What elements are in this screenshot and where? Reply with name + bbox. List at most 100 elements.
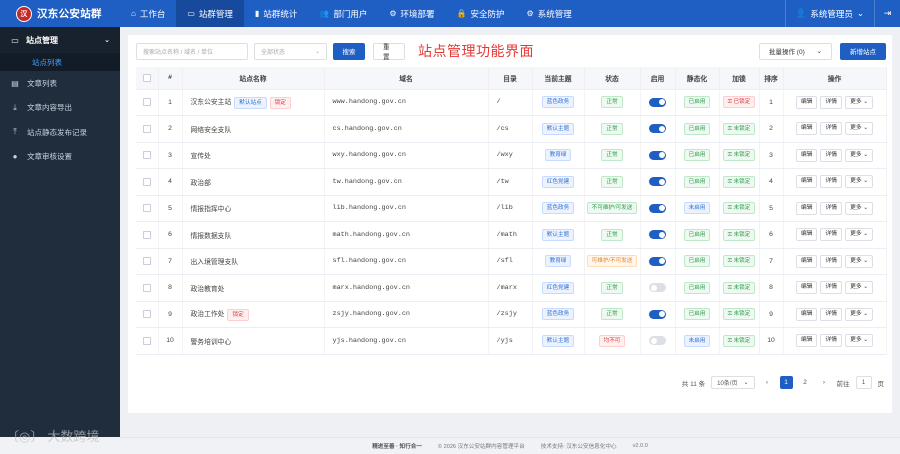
logout-button[interactable]: ⇥ bbox=[874, 0, 900, 27]
detail-button[interactable]: 详情 bbox=[820, 148, 843, 162]
more-dropdown[interactable]: 更多 ⌄ bbox=[845, 122, 874, 136]
edit-button[interactable]: 编辑 bbox=[795, 228, 818, 242]
enable-toggle[interactable] bbox=[649, 230, 666, 240]
nav-item-2[interactable]: ▮ 站群统计 bbox=[244, 0, 308, 27]
enable-toggle[interactable] bbox=[649, 203, 666, 213]
search-input[interactable]: 搜索站点名称 / 域名 / 单位 bbox=[136, 42, 248, 60]
nav-item-3[interactable]: 👥 部门用户 bbox=[308, 0, 378, 27]
search-button[interactable]: 搜索 bbox=[333, 42, 365, 60]
edit-button[interactable]: 编辑 bbox=[795, 95, 818, 109]
site-domain: wxy.handong.gov.cn bbox=[324, 142, 489, 169]
row-checkbox[interactable] bbox=[136, 115, 159, 143]
more-dropdown[interactable]: 更多 ⌄ bbox=[845, 334, 874, 348]
lock-label: 未锁定 bbox=[733, 205, 751, 212]
detail-button[interactable]: 详情 bbox=[820, 122, 843, 136]
row-checkbox[interactable] bbox=[136, 89, 159, 116]
page-1-button[interactable]: 1 bbox=[779, 376, 793, 389]
enable-toggle[interactable] bbox=[649, 336, 666, 346]
batch-operation-dropdown[interactable]: 批量操作 (0) ⌄ bbox=[759, 42, 832, 60]
table-row[interactable]: 5 情报指挥中心 lib.handong.gov.cn/lib 蓝色政务 不可维护/可发… bbox=[136, 195, 887, 222]
detail-button[interactable]: 详情 bbox=[820, 228, 843, 242]
table-row[interactable]: 4 政治部 tw.handong.gov.cn/tw 红色党建 正常 已启用 ⚿ 未锁定 4 编… bbox=[136, 168, 887, 196]
sidebar-group-site-management[interactable]: ▭ 站点管理 ⌄ bbox=[0, 27, 120, 53]
edit-button[interactable]: 编辑 bbox=[795, 307, 818, 321]
row-checkbox[interactable] bbox=[136, 195, 159, 222]
detail-button[interactable]: 详情 bbox=[820, 334, 843, 348]
enable-toggle[interactable] bbox=[649, 283, 666, 293]
detail-button[interactable]: 详情 bbox=[820, 254, 843, 268]
table-row[interactable]: 6 情报数据支队 math.handong.gov.cn/math 默认主题 正常 已启用… bbox=[136, 221, 887, 249]
more-dropdown[interactable]: 更多 ⌄ bbox=[845, 228, 874, 242]
edit-button[interactable]: 编辑 bbox=[795, 122, 818, 136]
row-checkbox[interactable] bbox=[136, 142, 159, 169]
table-row[interactable]: 10 警务培训中心 yjs.handong.gov.cn/yjs 默认主题 均不可 未启用… bbox=[136, 327, 887, 355]
static-badge: 已启用 bbox=[683, 308, 711, 321]
static-badge: 已启用 bbox=[683, 96, 711, 109]
row-checkbox[interactable] bbox=[136, 168, 159, 196]
detail-button[interactable]: 详情 bbox=[820, 201, 843, 215]
table-row[interactable]: 8 政治教育处 marx.handong.gov.cn/marx 红色党建 正常 已启用 ⚿… bbox=[136, 274, 887, 302]
edit-button[interactable]: 编辑 bbox=[795, 148, 818, 162]
enable-toggle[interactable] bbox=[649, 150, 666, 160]
detail-button[interactable]: 详情 bbox=[820, 307, 843, 321]
sidebar-item-2[interactable]: ⤒ 站点静态发布记录 bbox=[0, 120, 120, 145]
reset-button[interactable]: 重置 bbox=[373, 42, 405, 61]
page-size-select[interactable]: 10条/页 ⌄ bbox=[711, 376, 755, 389]
row-checkbox[interactable] bbox=[136, 221, 159, 249]
more-dropdown[interactable]: 更多 ⌄ bbox=[845, 281, 874, 295]
theme-cell: 蓝色政务 bbox=[532, 301, 585, 328]
row-checkbox[interactable] bbox=[136, 274, 159, 302]
more-dropdown[interactable]: 更多 ⌄ bbox=[845, 201, 874, 215]
add-site-button[interactable]: 新增站点 bbox=[840, 42, 886, 60]
edit-button[interactable]: 编辑 bbox=[795, 281, 818, 295]
site-name-cell: 警务培训中心 bbox=[182, 327, 325, 355]
more-dropdown[interactable]: 更多 ⌄ bbox=[845, 148, 874, 162]
page-2-button[interactable]: 2 bbox=[799, 376, 812, 389]
table-row[interactable]: 3 宣传处 wxy.handong.gov.cn/wxy 教育绿 正常 已启用 ⚿ 未锁定 3… bbox=[136, 142, 887, 169]
detail-button[interactable]: 详情 bbox=[820, 175, 843, 189]
nav-item-1[interactable]: ▭ 站群管理 bbox=[176, 0, 244, 27]
enable-toggle[interactable] bbox=[649, 97, 666, 107]
static-badge: 未启用 bbox=[683, 202, 711, 215]
more-dropdown[interactable]: 更多 ⌄ bbox=[845, 175, 874, 189]
sidebar-item-3[interactable]: ● 文章审核设置 bbox=[0, 145, 120, 170]
enable-toggle[interactable] bbox=[649, 309, 666, 319]
edit-button[interactable]: 编辑 bbox=[795, 254, 818, 268]
brand[interactable]: 汉 汉东公安站群 bbox=[0, 0, 120, 27]
row-checkbox[interactable] bbox=[136, 248, 159, 275]
enable-toggle[interactable] bbox=[649, 124, 666, 134]
nav-item-4[interactable]: ⚙ 环境部署 bbox=[378, 0, 445, 27]
select-all-checkbox[interactable] bbox=[136, 67, 159, 90]
more-dropdown[interactable]: 更多 ⌄ bbox=[845, 95, 874, 109]
row-checkbox[interactable] bbox=[136, 301, 159, 328]
chevron-down-icon: ⌄ bbox=[856, 8, 864, 18]
user-menu[interactable]: 👤 系统管理员 ⌄ bbox=[784, 0, 874, 27]
detail-button[interactable]: 详情 bbox=[820, 281, 843, 295]
site-domain: tw.handong.gov.cn bbox=[324, 168, 489, 196]
enable-toggle[interactable] bbox=[649, 256, 666, 266]
edit-button[interactable]: 编辑 bbox=[795, 175, 818, 189]
edit-button[interactable]: 编辑 bbox=[795, 334, 818, 348]
sidebar-item-site-list[interactable]: 站点列表 bbox=[0, 53, 120, 71]
nav-item-0[interactable]: ⌂ 工作台 bbox=[120, 0, 176, 27]
enable-toggle[interactable] bbox=[649, 177, 666, 187]
sidebar-item-0[interactable]: ▤ 文章列表 bbox=[0, 71, 120, 96]
detail-button[interactable]: 详情 bbox=[820, 95, 843, 109]
table-row[interactable]: 9 政治工作处 锁定 zsjy.handong.gov.cn/zsjy 蓝色政务 正常 已启… bbox=[136, 301, 887, 328]
status-select[interactable]: 全部状态 ⌄ bbox=[254, 42, 327, 60]
table-row[interactable]: 1 汉东公安主站 默认站点 锁定 www.handong.gov.cn / 蓝色政务 正常 已启… bbox=[136, 89, 887, 116]
sidebar-item-1[interactable]: ⤓ 文章内容导出 bbox=[0, 96, 120, 121]
goto-page-input[interactable]: 1 bbox=[855, 376, 872, 389]
next-page-button[interactable]: › bbox=[818, 376, 831, 389]
nav-item-5[interactable]: 🔒 安全防护 bbox=[446, 0, 516, 27]
table-row[interactable]: 7 出入境管理支队 sfl.handong.gov.cn/sfl 教育绿 可维护/不可发… bbox=[136, 248, 887, 275]
row-checkbox[interactable] bbox=[136, 327, 159, 355]
more-dropdown[interactable]: 更多 ⌄ bbox=[845, 254, 874, 268]
table-row[interactable]: 2 网络安全支队 cs.handong.gov.cn/cs 默认主题 正常 已启用 ⚿ 未锁… bbox=[136, 115, 887, 143]
status-badge: 可维护/不可发送 bbox=[586, 255, 638, 268]
nav-item-6[interactable]: ⚙ 系统管理 bbox=[516, 0, 583, 27]
edit-button[interactable]: 编辑 bbox=[795, 201, 818, 215]
row-index: 10 bbox=[158, 327, 183, 355]
more-dropdown[interactable]: 更多 ⌄ bbox=[845, 307, 874, 321]
prev-page-button[interactable]: ‹ bbox=[761, 376, 774, 389]
